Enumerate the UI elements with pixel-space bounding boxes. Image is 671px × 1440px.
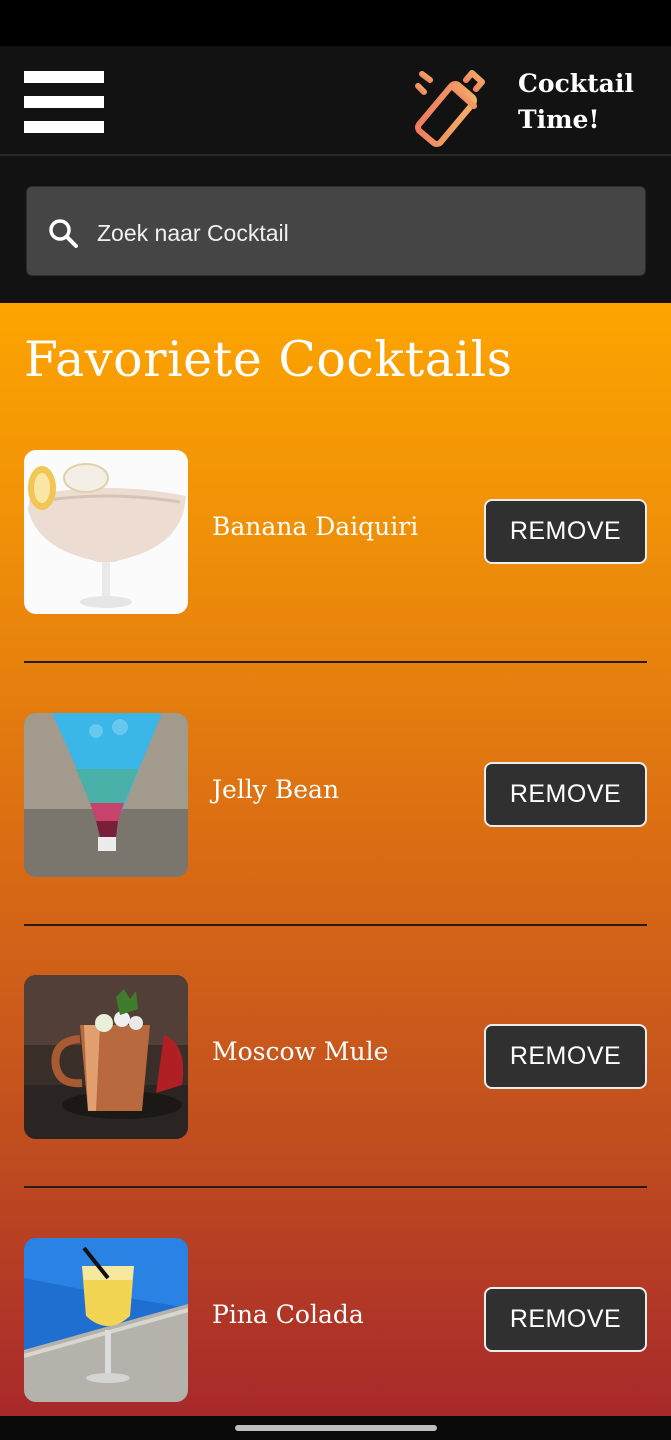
search-box[interactable] (26, 186, 646, 276)
cocktail-name: Moscow Mule (212, 1037, 389, 1066)
app-title-line-1: Cocktail (518, 69, 634, 98)
remove-button[interactable]: REMOVE (484, 499, 647, 564)
page-title: Favoriete Cocktails (24, 331, 513, 388)
list-item: Pina Colada REMOVE (0, 1238, 671, 1416)
cocktail-image-jelly-bean[interactable] (24, 713, 188, 877)
home-indicator[interactable] (235, 1425, 437, 1431)
system-navigation-bar (0, 1416, 671, 1440)
remove-button[interactable]: REMOVE (484, 1024, 647, 1089)
list-item: Moscow Mule REMOVE (0, 975, 671, 1188)
hamburger-menu-icon[interactable] (24, 71, 104, 133)
status-bar (0, 0, 671, 46)
cocktail-shaker-icon (415, 70, 485, 147)
app-title: Cocktail Time! (518, 66, 658, 138)
cocktail-name: Pina Colada (212, 1300, 364, 1329)
cocktail-name: Jelly Bean (212, 775, 340, 804)
divider (24, 924, 647, 926)
app-title-line-2: Time! (518, 105, 600, 134)
cocktail-image-moscow-mule[interactable] (24, 975, 188, 1139)
cocktail-name: Banana Daiquiri (212, 512, 419, 541)
search-icon (49, 219, 78, 248)
app-bar: Cocktail Time! (0, 46, 671, 156)
favorites-content: Favoriete Cocktails Banana Daiquiri REMO… (0, 303, 671, 1416)
remove-button[interactable]: REMOVE (484, 1287, 647, 1352)
list-item: Jelly Bean REMOVE (0, 713, 671, 926)
remove-button[interactable]: REMOVE (484, 762, 647, 827)
cocktail-image-pina-colada[interactable] (24, 1238, 188, 1402)
divider (24, 661, 647, 663)
search-input[interactable] (95, 212, 619, 254)
list-item: Banana Daiquiri REMOVE (0, 450, 671, 663)
search-bar-container (0, 156, 671, 303)
cocktail-image-banana-daiquiri[interactable] (24, 450, 188, 614)
divider (24, 1186, 647, 1188)
